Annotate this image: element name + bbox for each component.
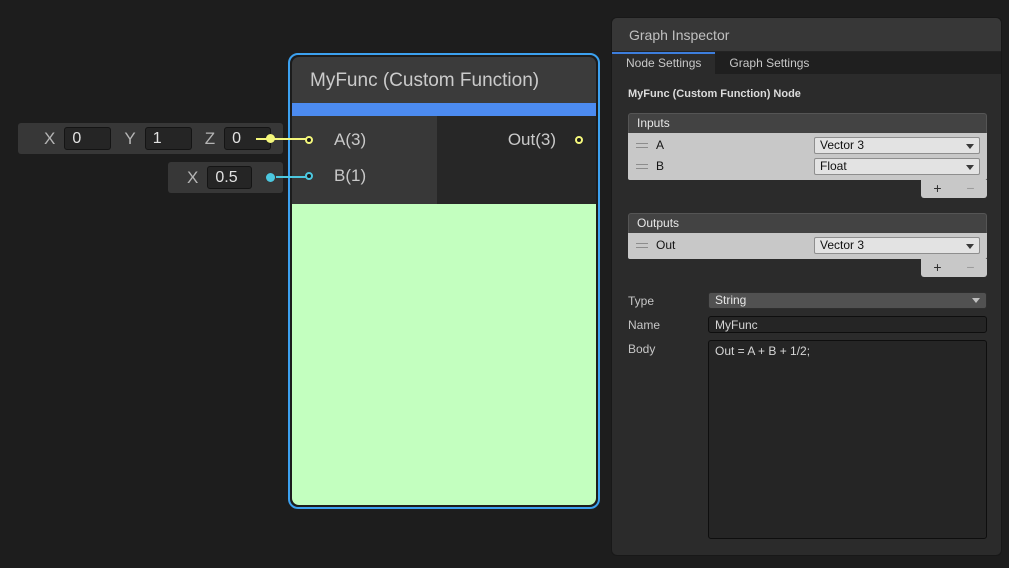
outputs-list-footer: + − — [921, 259, 987, 277]
output-out-type-value: Vector 3 — [820, 238, 864, 252]
input-a-type-value: Vector 3 — [820, 138, 864, 152]
reorder-handle-icon[interactable] — [636, 143, 648, 148]
list-item[interactable]: Out Vector 3 — [628, 235, 987, 256]
port-out-icon[interactable] — [575, 136, 583, 144]
node-settings-heading: MyFunc (Custom Function) Node — [628, 88, 987, 100]
output-row-name: Out — [656, 235, 675, 256]
outputs-list: Outputs Out Vector 3 + − — [628, 213, 987, 277]
vector3-x-label: X — [44, 129, 55, 149]
graph-inspector-title[interactable]: Graph Inspector — [612, 18, 1001, 52]
graph-inspector-panel: Graph Inspector Node Settings Graph Sett… — [612, 18, 1001, 555]
node-accent-bar — [292, 103, 596, 116]
body-label: Body — [628, 340, 708, 539]
name-field[interactable] — [708, 316, 987, 333]
node-title: MyFunc (Custom Function) — [292, 57, 596, 103]
outputs-list-body: Out Vector 3 — [628, 233, 987, 259]
input-row-name: B — [656, 156, 664, 177]
port-a-icon[interactable] — [305, 136, 313, 144]
inputs-list-body: A Vector 3 B Float — [628, 133, 987, 180]
vector3-x-field[interactable] — [64, 127, 111, 150]
port-b-label: B(1) — [334, 166, 366, 186]
body-field[interactable]: Out = A + B + 1/2; — [708, 340, 987, 539]
name-row: Name — [628, 316, 987, 333]
input-b-type-dropdown[interactable]: Float — [814, 158, 980, 175]
inspector-content: MyFunc (Custom Function) Node Inputs A V… — [612, 88, 1001, 539]
node-output-ports: Out(3) — [437, 116, 596, 204]
type-label: Type — [628, 292, 708, 309]
outputs-list-footer-row: + − — [628, 259, 987, 277]
body-row: Body Out = A + B + 1/2; — [628, 340, 987, 539]
vector3-y-field[interactable] — [145, 127, 192, 150]
chevron-down-icon — [966, 165, 974, 170]
list-item[interactable]: B Float — [628, 156, 987, 177]
list-item[interactable]: A Vector 3 — [628, 135, 987, 156]
custom-function-node[interactable]: MyFunc (Custom Function) A(3) B(1) Out(3… — [288, 53, 600, 509]
port-out-label: Out(3) — [508, 130, 556, 150]
inspector-tabbar: Node Settings Graph Settings — [612, 52, 1001, 74]
node-body: MyFunc (Custom Function) A(3) B(1) Out(3… — [292, 57, 596, 505]
tab-node-settings[interactable]: Node Settings — [612, 52, 715, 74]
remove-input-button[interactable]: − — [954, 180, 987, 198]
type-row: Type String — [628, 292, 987, 309]
node-preview — [292, 204, 596, 505]
chevron-down-icon — [966, 144, 974, 149]
vector3-y-label: Y — [124, 129, 135, 149]
vector3-input-widget: X Y Z — [18, 123, 283, 154]
float-x-label: X — [187, 168, 198, 188]
inputs-list-header: Inputs — [628, 113, 987, 133]
node-ports-area: A(3) B(1) Out(3) — [292, 116, 596, 204]
outputs-list-header: Outputs — [628, 213, 987, 233]
vector3-z-label: Z — [205, 129, 215, 149]
float-x-field[interactable] — [207, 166, 252, 189]
type-value: String — [715, 293, 746, 307]
edge-vector3-to-a[interactable] — [256, 138, 306, 140]
input-row-name: A — [656, 135, 664, 156]
name-label: Name — [628, 316, 708, 333]
type-dropdown[interactable]: String — [708, 292, 987, 309]
reorder-handle-icon[interactable] — [636, 243, 648, 248]
add-input-button[interactable]: + — [921, 180, 954, 198]
reorder-handle-icon[interactable] — [636, 164, 648, 169]
tab-graph-settings[interactable]: Graph Settings — [715, 52, 823, 74]
chevron-down-icon — [966, 244, 974, 249]
input-b-type-value: Float — [820, 159, 847, 173]
inputs-list-footer-row: + − — [628, 180, 987, 198]
port-b-icon[interactable] — [305, 172, 313, 180]
input-a-type-dropdown[interactable]: Vector 3 — [814, 137, 980, 154]
port-a-label: A(3) — [334, 130, 366, 150]
add-output-button[interactable]: + — [921, 259, 954, 277]
inputs-list-footer: + − — [921, 180, 987, 198]
float-connector-dot[interactable] — [266, 173, 275, 182]
chevron-down-icon — [972, 298, 980, 303]
float-input-widget: X — [168, 162, 283, 193]
inputs-list: Inputs A Vector 3 B Float — [628, 113, 987, 198]
edge-float-to-b[interactable] — [276, 176, 306, 178]
output-out-type-dropdown[interactable]: Vector 3 — [814, 237, 980, 254]
function-fields: Type String Name Body Out = A + B + 1/2; — [628, 292, 987, 539]
remove-output-button[interactable]: − — [954, 259, 987, 277]
node-input-ports: A(3) B(1) — [292, 116, 437, 204]
